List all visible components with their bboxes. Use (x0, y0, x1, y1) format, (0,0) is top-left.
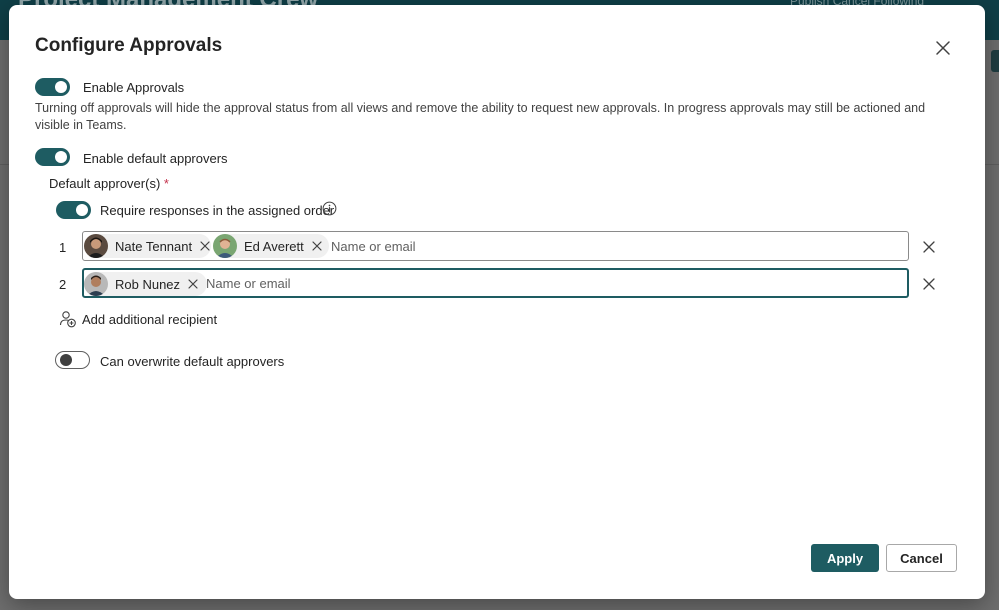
remove-person-button[interactable] (199, 240, 211, 252)
close-icon (188, 279, 198, 289)
person-name: Nate Tennant (115, 238, 193, 254)
remove-row-button[interactable] (922, 240, 936, 254)
person-name: Rob Nunez (115, 276, 181, 292)
name-or-email-input[interactable] (331, 235, 891, 257)
avatar (84, 272, 108, 296)
background-button (991, 50, 999, 72)
enable-approvals-toggle[interactable] (35, 78, 70, 96)
can-overwrite-label: Can overwrite default approvers (100, 354, 285, 369)
default-approvers-label: Default approver(s) * (49, 176, 169, 191)
person-chip[interactable]: Nate Tennant (84, 234, 212, 258)
close-icon (200, 241, 210, 251)
require-order-label: Require responses in the assigned order (100, 203, 335, 218)
close-icon (923, 278, 935, 290)
approver-picker-2[interactable]: Rob Nunez (82, 268, 909, 298)
info-icon[interactable] (322, 201, 337, 216)
cancel-button[interactable]: Cancel (886, 544, 957, 572)
close-icon (936, 41, 950, 55)
person-chip[interactable]: Rob Nunez (84, 272, 208, 296)
dialog-title: Configure Approvals (35, 35, 223, 56)
remove-person-button[interactable] (311, 240, 323, 252)
apply-button[interactable]: Apply (811, 544, 879, 572)
add-recipient-label: Add additional recipient (82, 311, 218, 327)
add-person-icon (59, 310, 77, 328)
enable-approvals-label: Enable Approvals (83, 80, 185, 95)
configure-approvals-dialog: Configure Approvals Enable Approvals Tur… (9, 5, 985, 599)
person-name: Ed Averett (244, 238, 304, 254)
required-mark: * (163, 176, 169, 191)
approver-picker-1[interactable]: Nate Tennant Ed Averett (82, 231, 909, 261)
enable-default-approvers-label: Enable default approvers (83, 151, 228, 166)
close-button[interactable] (933, 38, 953, 58)
avatar (84, 234, 108, 258)
approver-row-number: 1 (59, 240, 67, 255)
enable-approvals-description: Turning off approvals will hide the appr… (35, 101, 926, 132)
name-or-email-input[interactable] (206, 272, 886, 294)
close-icon (312, 241, 322, 251)
enable-default-approvers-toggle[interactable] (35, 148, 70, 166)
close-icon (923, 241, 935, 253)
remove-row-button[interactable] (922, 277, 936, 291)
avatar (213, 234, 237, 258)
can-overwrite-toggle[interactable] (55, 351, 90, 369)
approver-row-number: 2 (59, 277, 67, 292)
add-recipient-button[interactable]: Add additional recipient (59, 310, 217, 328)
person-chip[interactable]: Ed Averett (213, 234, 329, 258)
remove-person-button[interactable] (187, 278, 199, 290)
require-order-toggle[interactable] (56, 201, 91, 219)
